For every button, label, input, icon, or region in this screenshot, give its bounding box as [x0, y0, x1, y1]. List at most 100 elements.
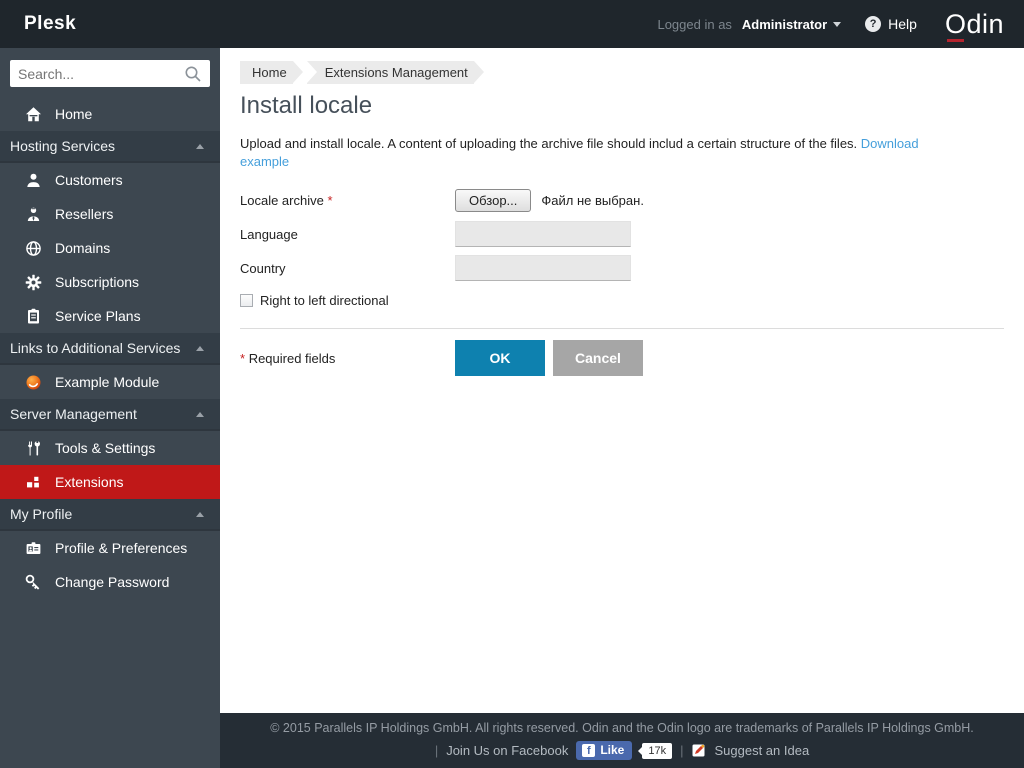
collapse-caret-icon	[196, 144, 204, 149]
label-text: Locale archive	[240, 193, 324, 208]
breadcrumb-extensions-management[interactable]: Extensions Management	[307, 61, 474, 84]
section-label: My Profile	[10, 506, 196, 522]
sidebar-item-home[interactable]: Home	[0, 97, 220, 131]
sidebar-item-change-password[interactable]: Change Password	[0, 565, 220, 599]
sidebar-item-label: Resellers	[55, 206, 113, 222]
breadcrumb-home[interactable]: Home	[240, 61, 293, 84]
browse-file-button[interactable]: Обзор...	[455, 189, 531, 212]
sidebar-section-my-profile[interactable]: My Profile	[0, 499, 220, 531]
sidebar-section-additional-services[interactable]: Links to Additional Services	[0, 333, 220, 365]
sidebar-item-label: Change Password	[55, 574, 169, 590]
required-asterisk: *	[240, 351, 245, 366]
copyright-text: © 2015 Parallels IP Holdings GmbH. All r…	[270, 721, 974, 735]
sidebar-section-server-management[interactable]: Server Management	[0, 399, 220, 431]
file-status-text: Файл не выбран.	[541, 193, 644, 208]
sidebar-item-label: Subscriptions	[55, 274, 139, 290]
search-icon[interactable]	[184, 65, 202, 83]
footer: © 2015 Parallels IP Holdings GmbH. All r…	[220, 713, 1024, 768]
form-divider	[240, 328, 1004, 329]
rtl-checkbox[interactable]	[240, 294, 253, 307]
sidebar-item-service-plans[interactable]: Service Plans	[0, 299, 220, 333]
rtl-checkbox-label[interactable]: Right to left directional	[260, 293, 389, 308]
sidebar-item-example-module[interactable]: Example Module	[0, 365, 220, 399]
locale-archive-row: Locale archive * Обзор... Файл не выбран…	[240, 187, 1004, 213]
language-label: Language	[240, 227, 455, 242]
plesk-logo: Plesk	[24, 13, 76, 35]
rtl-checkbox-row: Right to left directional	[240, 293, 1004, 308]
like-label: Like	[600, 743, 624, 757]
sidebar-item-label: Profile & Preferences	[55, 540, 187, 556]
sidebar-item-customers[interactable]: Customers	[0, 163, 220, 197]
sidebar-item-label: Example Module	[55, 374, 159, 390]
separator: |	[680, 743, 683, 758]
sidebar-item-label: Customers	[55, 172, 123, 188]
user-menu[interactable]: Administrator	[742, 17, 841, 32]
sidebar: Home Hosting Services Customers Reseller…	[0, 48, 220, 768]
sidebar-item-profile-preferences[interactable]: Profile & Preferences	[0, 531, 220, 565]
locale-archive-label: Locale archive *	[240, 193, 455, 208]
sidebar-item-extensions[interactable]: Extensions	[0, 465, 220, 499]
section-label: Server Management	[10, 406, 196, 422]
required-fields-note: * Required fields	[240, 351, 455, 366]
top-bar: Plesk Logged in as Administrator ? Help …	[0, 0, 1024, 48]
required-asterisk: *	[327, 193, 332, 208]
logged-in-as-label: Logged in as	[657, 17, 731, 32]
odin-logo: Odin	[945, 9, 1004, 40]
like-count-badge[interactable]: 17k	[642, 743, 672, 759]
language-row: Language	[240, 221, 1004, 247]
key-icon	[25, 574, 42, 591]
country-row: Country	[240, 255, 1004, 281]
section-label: Links to Additional Services	[10, 340, 196, 356]
sidebar-item-label: Extensions	[55, 474, 123, 490]
suggest-idea-icon	[691, 743, 706, 758]
collapse-caret-icon	[196, 512, 204, 517]
note-text: Required fields	[249, 351, 336, 366]
tools-icon	[25, 440, 42, 457]
home-icon	[25, 106, 42, 123]
ok-button[interactable]: OK	[455, 340, 545, 376]
language-input[interactable]	[455, 221, 631, 247]
form-actions: * Required fields OK Cancel	[240, 340, 1004, 376]
globe-icon	[25, 240, 42, 257]
topbar-right: Logged in as Administrator ? Help Odin	[657, 9, 1004, 40]
sidebar-item-domains[interactable]: Domains	[0, 231, 220, 265]
sidebar-item-label: Domains	[55, 240, 110, 256]
facebook-icon: f	[582, 744, 595, 757]
help-button[interactable]: ? Help	[865, 16, 917, 32]
sidebar-item-resellers[interactable]: Resellers	[0, 197, 220, 231]
collapse-caret-icon	[196, 346, 204, 351]
breadcrumb: Home Extensions Management	[240, 61, 1004, 84]
page-title: Install locale	[240, 92, 1004, 120]
search-container	[0, 48, 220, 97]
section-label: Hosting Services	[10, 138, 196, 154]
chevron-down-icon	[833, 22, 841, 27]
main-area: Home Extensions Management Install local…	[220, 48, 1024, 768]
user-name: Administrator	[742, 17, 827, 32]
separator: |	[435, 743, 438, 758]
blocks-icon	[25, 474, 42, 491]
country-label: Country	[240, 261, 455, 276]
help-icon: ?	[865, 16, 881, 32]
country-input[interactable]	[455, 255, 631, 281]
footer-links: | Join Us on Facebook f Like 17k | Sugge…	[435, 741, 809, 760]
join-facebook-link[interactable]: Join Us on Facebook	[446, 743, 568, 758]
clipboard-icon	[25, 308, 42, 325]
search-input[interactable]	[10, 60, 210, 87]
gear-icon	[25, 274, 42, 291]
sidebar-item-subscriptions[interactable]: Subscriptions	[0, 265, 220, 299]
sidebar-item-label: Service Plans	[55, 308, 141, 324]
page-description: Upload and install locale. A content of …	[240, 135, 970, 171]
suggest-idea-link[interactable]: Suggest an Idea	[714, 743, 809, 758]
module-ball-icon	[25, 374, 42, 391]
help-label: Help	[888, 16, 917, 32]
collapse-caret-icon	[196, 412, 204, 417]
resellers-icon	[25, 206, 42, 223]
sidebar-item-label: Home	[55, 106, 92, 122]
facebook-like-button[interactable]: f Like	[576, 741, 632, 760]
install-locale-form: Locale archive * Обзор... Файл не выбран…	[240, 187, 1004, 376]
sidebar-item-tools-settings[interactable]: Tools & Settings	[0, 431, 220, 465]
cancel-button[interactable]: Cancel	[553, 340, 643, 376]
content: Home Extensions Management Install local…	[220, 48, 1024, 713]
description-text: Upload and install locale. A content of …	[240, 136, 857, 151]
sidebar-section-hosting-services[interactable]: Hosting Services	[0, 131, 220, 163]
